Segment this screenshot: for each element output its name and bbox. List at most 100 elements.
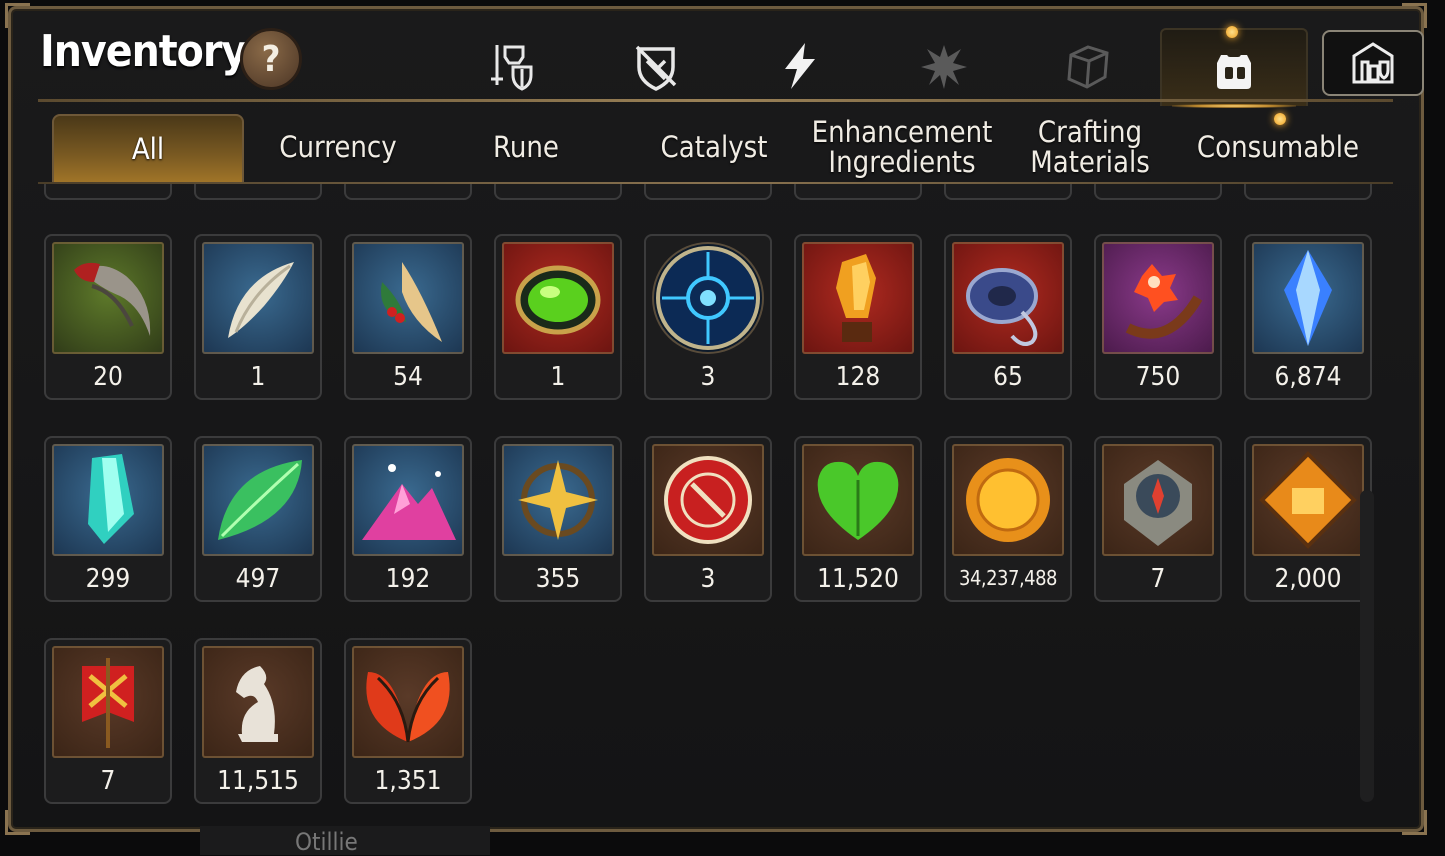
item-slot[interactable]: 1 — [494, 234, 622, 400]
item-slot[interactable]: 3 — [644, 234, 772, 400]
claw-icon — [52, 242, 164, 354]
frame-corner — [5, 810, 30, 835]
item-count: 3 — [700, 362, 716, 392]
item-count: 497 — [235, 564, 281, 594]
item-slot[interactable]: 54 — [344, 234, 472, 400]
item-slot[interactable]: 20 — [44, 234, 172, 400]
item-slot[interactable]: 7 — [44, 638, 172, 804]
tab-all[interactable]: All — [52, 114, 244, 184]
item-slot-partial[interactable] — [344, 184, 472, 200]
item-count: 3 — [700, 564, 716, 594]
tab-currency[interactable]: Currency — [244, 114, 432, 180]
item-count: 7 — [100, 766, 116, 796]
green-orb-icon — [502, 242, 614, 354]
item-slot-partial[interactable] — [944, 184, 1072, 200]
item-slot[interactable]: 299 — [44, 436, 172, 602]
item-slot[interactable]: 192 — [344, 436, 472, 602]
fist-emblem-icon — [1252, 444, 1364, 556]
category-icon-bar — [440, 26, 1424, 108]
item-count: 1,351 — [374, 766, 442, 796]
tab-consumable[interactable]: Consumable — [1184, 114, 1372, 180]
category-equipment[interactable] — [440, 28, 584, 104]
item-slot[interactable]: 11,515 — [194, 638, 322, 804]
frame-corner — [1402, 3, 1427, 28]
item-slot-partial[interactable] — [194, 184, 322, 200]
page-title: Inventory — [40, 26, 247, 77]
item-slot-partial[interactable] — [1244, 184, 1372, 200]
item-count: 7 — [1150, 564, 1166, 594]
item-slot-partial[interactable] — [794, 184, 922, 200]
item-count: 355 — [535, 564, 581, 594]
item-count: 1 — [550, 362, 566, 392]
category-splatter[interactable] — [872, 28, 1016, 104]
notification-dot — [1226, 26, 1238, 38]
item-slot[interactable]: 128 — [794, 234, 922, 400]
item-slot[interactable]: 3 — [644, 436, 772, 602]
category-skill[interactable] — [728, 28, 872, 104]
help-label: ? — [261, 38, 281, 80]
item-slot-partial[interactable] — [494, 184, 622, 200]
gold-coin-icon — [952, 444, 1064, 556]
red-seal-icon — [652, 444, 764, 556]
category-crate[interactable] — [1016, 28, 1160, 104]
star-amulet-icon — [502, 444, 614, 556]
broken-shield-icon — [635, 45, 677, 91]
scrollbar[interactable] — [1360, 490, 1374, 802]
filter-tabs: All Currency Rune Catalyst Enhancement I… — [52, 114, 1392, 184]
castle-icon — [1352, 42, 1394, 84]
frame-corner — [5, 3, 30, 28]
tab-catalyst[interactable]: Catalyst — [620, 114, 808, 180]
footer-name: Otillie — [295, 828, 358, 856]
item-slot[interactable]: 2,000 — [1244, 436, 1372, 602]
blue-gem-icon — [1252, 242, 1364, 354]
crate-icon — [1067, 45, 1109, 89]
item-count: 6,874 — [1274, 362, 1342, 392]
fang-icon — [202, 242, 314, 354]
item-count: 128 — [835, 362, 881, 392]
gear-icon — [491, 45, 533, 91]
header-divider — [38, 99, 1393, 102]
knight-piece-icon — [202, 646, 314, 758]
item-slot[interactable]: 1 — [194, 234, 322, 400]
footer-strip: Otillie — [200, 826, 490, 856]
stone-compass-icon — [1102, 444, 1214, 556]
category-broken[interactable] — [584, 28, 728, 104]
item-count: 192 — [385, 564, 431, 594]
item-count: 34,237,488 — [959, 566, 1058, 590]
tab-crafting-materials[interactable]: Crafting Materials — [996, 114, 1184, 180]
item-slot[interactable]: 6,874 — [1244, 234, 1372, 400]
item-count: 11,515 — [217, 766, 299, 796]
item-count: 65 — [993, 362, 1023, 392]
item-count: 1 — [250, 362, 266, 392]
item-slot-partial[interactable] — [644, 184, 772, 200]
item-count: 11,520 — [817, 564, 899, 594]
item-slot[interactable]: 1,351 — [344, 638, 472, 804]
item-slot[interactable]: 355 — [494, 436, 622, 602]
tab-rune[interactable]: Rune — [432, 114, 620, 180]
ring-pendant-icon — [952, 242, 1064, 354]
war-banner-icon — [52, 646, 164, 758]
flower-ring-icon — [1102, 242, 1214, 354]
item-slot[interactable]: 34,237,488 — [944, 436, 1072, 602]
item-slot-partial[interactable] — [44, 184, 172, 200]
splatter-icon — [921, 45, 967, 89]
item-slot[interactable]: 7 — [1094, 436, 1222, 602]
item-slot-partial[interactable] — [1094, 184, 1222, 200]
blue-rune-disc-icon — [652, 242, 764, 354]
pink-mountain-icon — [352, 444, 464, 556]
tab-enhancement-ingredients[interactable]: Enhancement Ingredients — [808, 114, 996, 180]
category-bag[interactable] — [1160, 26, 1308, 108]
category-castle[interactable] — [1322, 30, 1424, 96]
item-slot[interactable]: 11,520 — [794, 436, 922, 602]
item-slot[interactable]: 65 — [944, 234, 1072, 400]
item-count: 54 — [393, 362, 423, 392]
frame-corner — [1402, 810, 1427, 835]
amber-crystal-icon — [802, 242, 914, 354]
item-count: 2,000 — [1274, 564, 1342, 594]
item-slot[interactable]: 497 — [194, 436, 322, 602]
red-leaves-icon — [352, 646, 464, 758]
item-slot[interactable]: 750 — [1094, 234, 1222, 400]
green-heart-icon — [802, 444, 914, 556]
help-button[interactable]: ? — [240, 28, 302, 90]
teal-crystal-icon — [52, 444, 164, 556]
